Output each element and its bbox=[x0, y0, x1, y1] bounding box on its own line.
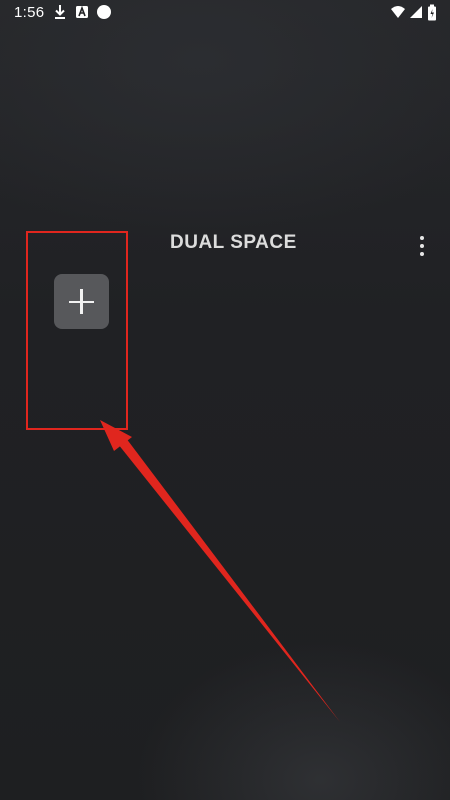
app-screen: 1:56 DUAL SPACE bbox=[0, 0, 450, 800]
status-time: 1:56 bbox=[14, 4, 45, 21]
battery-icon bbox=[428, 4, 436, 21]
more-dot bbox=[420, 244, 424, 248]
download-icon bbox=[55, 5, 65, 19]
more-options-button[interactable] bbox=[410, 232, 434, 260]
signal-icon bbox=[410, 6, 422, 18]
plus-icon-stroke bbox=[80, 289, 83, 314]
more-vertical-icon bbox=[420, 236, 424, 240]
highlight-box bbox=[26, 231, 128, 430]
status-bar: 1:56 bbox=[0, 0, 450, 26]
add-app-button[interactable] bbox=[54, 274, 109, 329]
more-dot bbox=[420, 252, 424, 256]
app-logo: DUAL SPACE bbox=[170, 232, 297, 253]
wifi-icon bbox=[391, 6, 405, 18]
app-a-icon bbox=[76, 5, 88, 18]
circle-dot-icon bbox=[97, 5, 111, 19]
